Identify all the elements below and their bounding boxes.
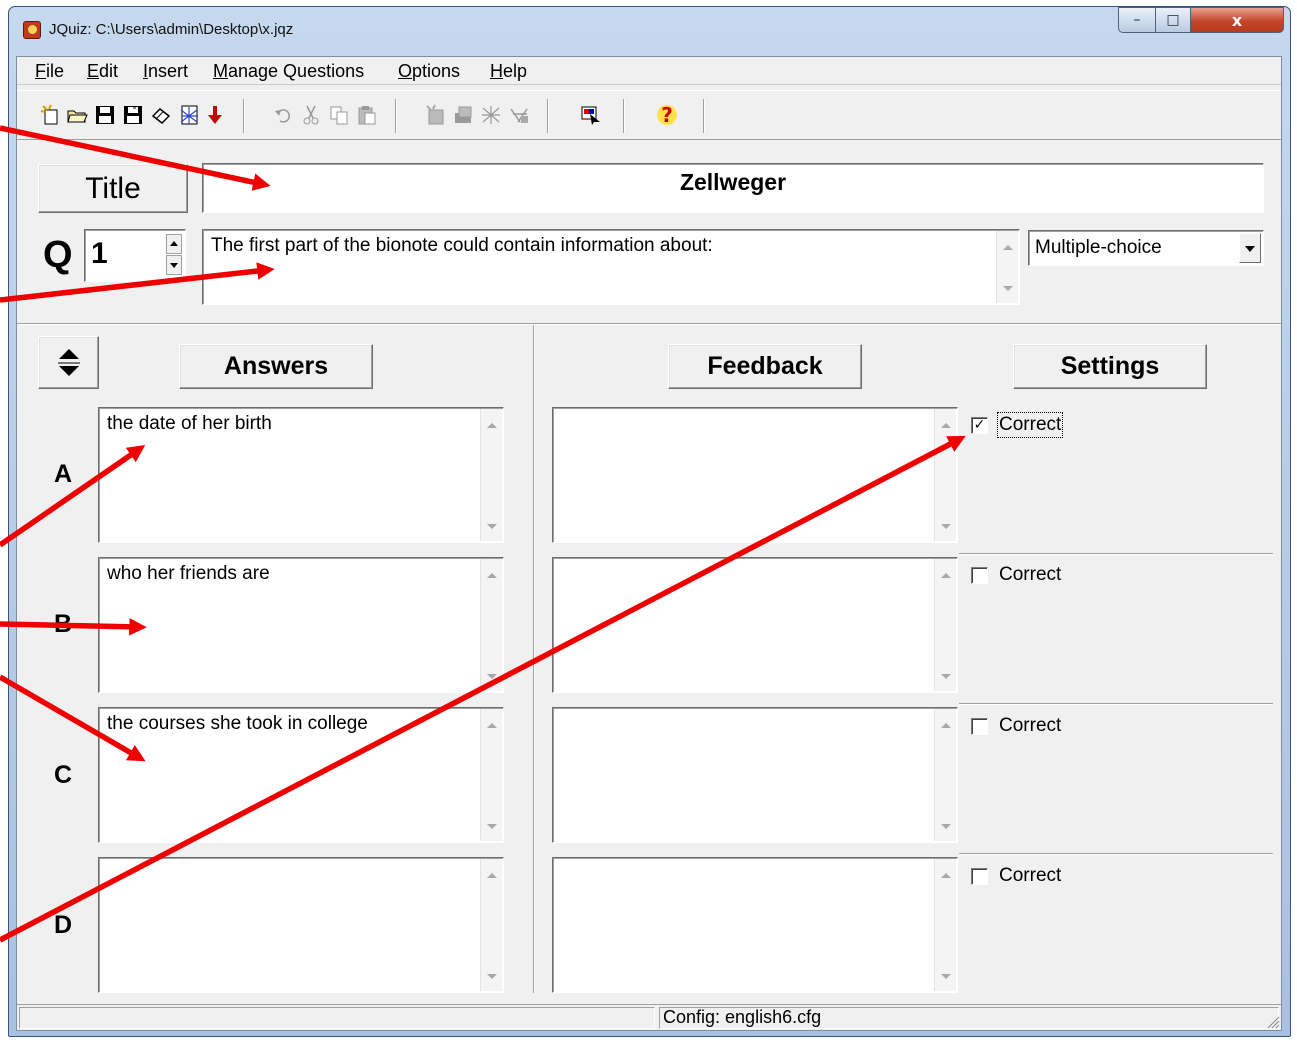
jquiz-app-icon <box>23 21 41 39</box>
menu-bar: File Edit Insert Manage Questions Option… <box>17 57 1281 85</box>
correct-b-checkbox[interactable] <box>971 567 988 584</box>
menu-manage-questions[interactable]: Manage Questions <box>213 61 364 82</box>
table-icon[interactable] <box>507 101 531 129</box>
answer-letter-c: C <box>54 761 73 789</box>
correct-d-checkbox[interactable] <box>971 868 988 885</box>
status-bar: Config: english6.cfg <box>17 1004 1281 1030</box>
minimize-button[interactable]: – <box>1118 7 1156 33</box>
feedback-d-scrollbar[interactable] <box>934 859 956 991</box>
save-icon[interactable] <box>93 101 117 129</box>
row-divider <box>959 703 1273 705</box>
answer-letter-d: D <box>54 911 73 939</box>
toolbar-separator <box>395 99 397 133</box>
stepper-down-button[interactable] <box>166 255 182 275</box>
question-number: 1 <box>91 237 108 270</box>
answer-a-scrollbar[interactable] <box>480 409 502 541</box>
app-window: JQuiz: C:\Users\admin\Desktop\x.jqz – □ … <box>8 6 1291 1037</box>
menu-edit[interactable]: Edit <box>87 61 118 82</box>
title-value: Zellweger <box>679 169 787 195</box>
resize-grip-icon[interactable] <box>1264 1013 1280 1029</box>
section-divider <box>17 323 1281 325</box>
answer-letter-a: A <box>54 460 73 488</box>
title-bar[interactable]: JQuiz: C:\Users\admin\Desktop\x.jqz – □ … <box>9 7 1290 49</box>
answer-c-text: the courses she took in college <box>107 713 368 734</box>
correct-c-label[interactable]: Correct <box>999 715 1061 737</box>
new-file-icon[interactable] <box>39 101 63 129</box>
feedback-a-input[interactable] <box>552 407 958 543</box>
answer-a-text: the date of her birth <box>107 413 272 434</box>
title-button[interactable]: Title <box>38 164 188 213</box>
up-down-arrows-icon <box>57 348 80 376</box>
stepper-up-button[interactable] <box>166 234 182 254</box>
insert-picture-icon[interactable] <box>451 101 475 129</box>
correct-d-label[interactable]: Correct <box>999 865 1061 887</box>
answer-d-input[interactable] <box>98 857 504 993</box>
menu-file[interactable]: File <box>35 61 64 82</box>
paste-icon[interactable] <box>355 101 379 129</box>
answer-b-text: who her friends are <box>107 563 270 584</box>
row-divider <box>959 553 1273 555</box>
undo-icon[interactable] <box>271 101 295 129</box>
feedback-d-input[interactable] <box>552 857 958 993</box>
feedback-header-button[interactable]: Feedback <box>668 344 862 389</box>
row-divider <box>959 853 1273 855</box>
add-question-icon[interactable] <box>423 101 447 129</box>
eraser-icon[interactable] <box>149 101 173 129</box>
feedback-c-input[interactable] <box>552 707 958 843</box>
question-number-stepper[interactable]: 1 <box>84 229 186 282</box>
feedback-b-input[interactable] <box>552 557 958 693</box>
status-config: Config: english6.cfg <box>659 1007 1279 1029</box>
feedback-a-scrollbar[interactable] <box>934 409 956 541</box>
question-label: Q <box>43 234 73 276</box>
answers-header-button[interactable]: Answers <box>179 344 373 389</box>
answer-b-input[interactable]: who her friends are <box>98 557 504 693</box>
answer-b-scrollbar[interactable] <box>480 559 502 691</box>
copy-icon[interactable] <box>327 101 351 129</box>
export-arrow-icon[interactable] <box>203 101 227 129</box>
chevron-down-icon[interactable] <box>1239 233 1261 263</box>
question-text: The first part of the bionote could cont… <box>211 235 713 256</box>
maximize-button[interactable]: □ <box>1155 7 1191 33</box>
correct-c-checkbox[interactable] <box>971 718 988 735</box>
answer-d-scrollbar[interactable] <box>480 859 502 991</box>
column-divider <box>533 325 535 993</box>
preview-icon[interactable] <box>579 101 603 129</box>
menu-options[interactable]: Options <box>398 61 460 82</box>
question-text-input[interactable]: The first part of the bionote could cont… <box>202 229 1020 305</box>
web-page-icon[interactable] <box>177 101 201 129</box>
client-area: File Edit Insert Manage Questions Option… <box>16 56 1282 1031</box>
question-type-value: Multiple-choice <box>1035 237 1162 258</box>
toolbar-separator <box>623 99 625 133</box>
help-glyph: ? <box>657 105 677 125</box>
status-pane-left <box>19 1007 655 1029</box>
answer-c-input[interactable]: the courses she took in college <box>98 707 504 843</box>
feedback-c-scrollbar[interactable] <box>934 709 956 841</box>
save-as-icon[interactable] <box>121 101 145 129</box>
question-type-select[interactable]: Multiple-choice <box>1028 230 1264 266</box>
open-folder-icon[interactable] <box>65 101 89 129</box>
close-button[interactable]: x <box>1190 7 1284 33</box>
toolbar: ? <box>17 90 1281 140</box>
help-icon[interactable]: ? <box>655 101 679 129</box>
menu-help[interactable]: Help <box>490 61 527 82</box>
title-input[interactable]: Zellweger <box>202 163 1264 213</box>
link-icon[interactable] <box>479 101 503 129</box>
menu-insert[interactable]: Insert <box>143 61 188 82</box>
question-scrollbar[interactable] <box>996 231 1018 303</box>
answer-letter-b: B <box>54 610 73 638</box>
cut-icon[interactable] <box>299 101 323 129</box>
settings-header-button[interactable]: Settings <box>1013 344 1207 389</box>
reorder-answers-button[interactable] <box>38 336 99 389</box>
correct-b-label[interactable]: Correct <box>999 564 1061 586</box>
toolbar-separator <box>703 99 705 133</box>
correct-a-label[interactable]: Correct <box>996 412 1064 438</box>
toolbar-separator <box>547 99 549 133</box>
window-title: JQuiz: C:\Users\admin\Desktop\x.jqz <box>49 21 294 38</box>
toolbar-separator <box>243 99 245 133</box>
feedback-b-scrollbar[interactable] <box>934 559 956 691</box>
correct-a-checkbox[interactable]: ✓ <box>971 417 988 434</box>
answer-c-scrollbar[interactable] <box>480 709 502 841</box>
answer-a-input[interactable]: the date of her birth <box>98 407 504 543</box>
